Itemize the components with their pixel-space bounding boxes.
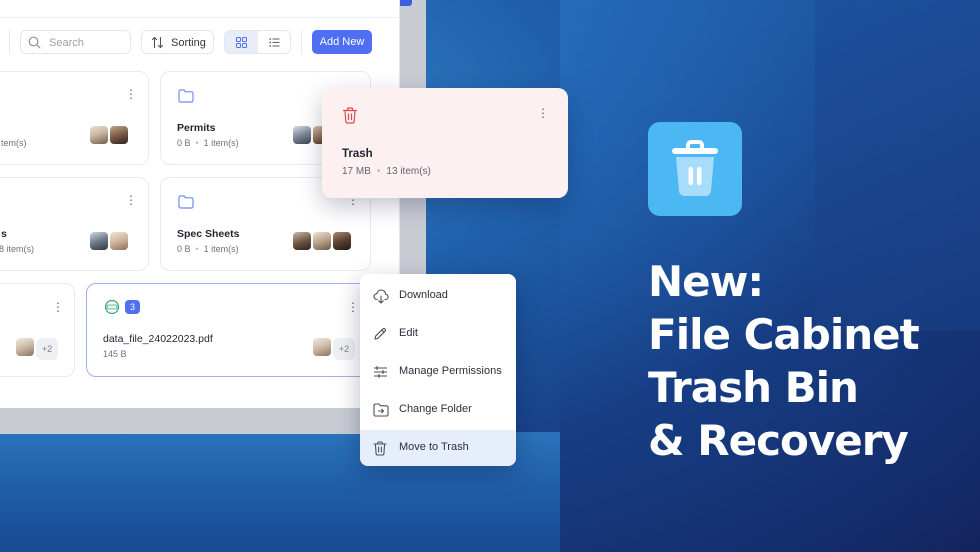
menu-item-change-folder[interactable]: Change Folder [360, 392, 516, 428]
folder-meta: tem(s) [1, 138, 27, 148]
more-members-chip: +2 [333, 338, 355, 360]
list-icon [269, 38, 280, 47]
folder-name: s [1, 228, 7, 240]
file-name: data_file_24022023.pdf [103, 333, 213, 345]
menu-item-label: Manage Permissions [399, 365, 502, 377]
trash-icon [373, 441, 387, 456]
folder-meta: 0 B • 1 item(s) [177, 244, 239, 254]
file-size: 145 B [103, 349, 127, 359]
search-icon [28, 36, 41, 49]
trash-meta: 17 MB • 13 item(s) [342, 166, 431, 177]
grid-view-button[interactable] [225, 31, 258, 53]
file-card-data-file[interactable]: 3 ⋮ data_file_24022023.pdf 145 B +2 [86, 283, 371, 377]
avatar [108, 230, 130, 252]
sort-arrows-icon [151, 36, 164, 49]
avatar [291, 124, 313, 146]
kebab-menu-icon[interactable]: ⋮ [125, 88, 137, 100]
window-header [0, 0, 400, 18]
headline-line: & Recovery [648, 416, 909, 465]
trash-title: Trash [342, 148, 373, 160]
pencil-icon [374, 328, 386, 340]
menu-item-manage-permissions[interactable]: Manage Permissions [360, 354, 516, 390]
avatar [14, 336, 36, 358]
sliders-icon [374, 366, 387, 378]
toolbar-divider [301, 30, 302, 54]
menu-item-edit[interactable]: Edit [360, 316, 516, 352]
avatar [108, 124, 130, 146]
menu-item-label: Edit [399, 327, 418, 339]
toolbar-divider [9, 30, 10, 54]
context-menu: Download Edit Manage Permissions Change … [360, 274, 516, 466]
add-new-button[interactable]: Add New [312, 30, 372, 54]
avatar [291, 230, 313, 252]
file-cabinet-window: Search Sorting Add New ⋮ tem(s) Permits … [0, 0, 400, 408]
folder-meta: 0 B • 1 item(s) [177, 138, 239, 148]
kebab-menu-icon[interactable]: ⋮ [537, 106, 549, 120]
file-type-icon [104, 299, 120, 315]
trash-icon [672, 140, 718, 196]
folder-name: Permits [177, 122, 216, 134]
view-toggle [224, 30, 291, 54]
menu-item-label: Download [399, 289, 448, 301]
menu-item-label: Change Folder [399, 403, 472, 415]
sorting-button[interactable]: Sorting [141, 30, 214, 54]
folder-card[interactable]: ⋮ s 8 item(s) [0, 177, 149, 271]
folder-name: Spec Sheets [177, 228, 240, 240]
promo-trash-badge [648, 122, 742, 216]
headline-line: File Cabinet [648, 310, 920, 359]
promo-headline: New: File Cabinet Trash Bin & Recovery [648, 255, 968, 467]
sorting-label: Sorting [171, 37, 206, 49]
menu-item-download[interactable]: Download [360, 278, 516, 314]
cloud-download-icon [373, 289, 389, 304]
headline-line: New: [648, 257, 764, 306]
version-badge: 3 [125, 300, 140, 314]
menu-item-move-to-trash[interactable]: Move to Trash [360, 430, 516, 466]
avatar [88, 230, 110, 252]
avatar [311, 336, 333, 358]
avatar [88, 124, 110, 146]
folder-move-icon [373, 403, 389, 417]
avatar [311, 230, 333, 252]
kebab-menu-icon[interactable]: ⋮ [347, 301, 359, 313]
folder-icon [178, 89, 194, 103]
menu-item-label: Move to Trash [399, 441, 469, 453]
search-input[interactable]: Search [20, 30, 131, 54]
file-card[interactable]: ⋮ +2 [0, 283, 75, 377]
search-placeholder: Search [49, 37, 84, 49]
trash-folder-card[interactable]: ⋮ Trash 17 MB • 13 item(s) [322, 88, 568, 198]
window-accent-tab [398, 0, 412, 6]
folder-meta: 8 item(s) [0, 244, 35, 254]
headline-line: Trash Bin [648, 363, 859, 412]
folder-card[interactable]: ⋮ tem(s) [0, 71, 149, 165]
avatar [331, 230, 353, 252]
more-members-chip: +2 [36, 338, 58, 360]
kebab-menu-icon[interactable]: ⋮ [125, 194, 137, 206]
kebab-menu-icon[interactable]: ⋮ [52, 301, 64, 313]
folder-icon [178, 195, 194, 209]
grid-icon [236, 37, 247, 48]
trash-icon [342, 107, 358, 124]
